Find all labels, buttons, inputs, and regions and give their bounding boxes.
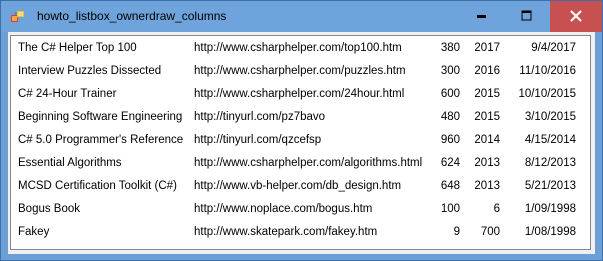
window-title: howto_listbox_ownerdraw_columns	[37, 9, 227, 23]
list-item[interactable]: Fakey http://www.skatepark.com/fakey.htm…	[11, 222, 590, 245]
book-title: Interview Puzzles Dissected	[18, 65, 162, 77]
app-window: howto_listbox_ownerdraw_columns The C# H…	[0, 0, 603, 261]
book-title: Beginning Software Engineering	[18, 111, 183, 123]
book-date: 1/08/1998	[524, 226, 576, 238]
book-date: 11/10/2016	[519, 65, 576, 77]
book-date: 4/15/2014	[524, 134, 576, 146]
book-pages: 480	[440, 111, 460, 123]
book-title: Bogus Book	[18, 203, 81, 215]
list-item[interactable]: Bogus Book http://www.noplace.com/bogus.…	[11, 199, 590, 222]
book-year: 6	[493, 203, 500, 215]
book-pages: 624	[440, 157, 460, 169]
book-url: http://www.csharphelper.com/algorithms.h…	[194, 157, 423, 169]
book-year: 2013	[474, 180, 500, 192]
list-item[interactable]: C# 24-Hour Trainer http://www.csharphelp…	[11, 84, 590, 107]
book-date: 5/21/2013	[524, 180, 576, 192]
book-pages: 600	[440, 88, 460, 100]
list-item[interactable]: The C# Helper Top 100 http://www.csharph…	[11, 38, 590, 61]
book-title: C# 24-Hour Trainer	[18, 88, 117, 100]
close-icon	[570, 10, 582, 22]
book-date: 8/12/2013	[524, 157, 576, 169]
list-item[interactable]: MCSD Certification Toolkit (C#) http://w…	[11, 176, 590, 199]
book-title: Essential Algorithms	[18, 157, 122, 169]
book-pages: 648	[440, 180, 460, 192]
close-button[interactable]	[550, 1, 602, 32]
book-title: Fakey	[18, 226, 50, 238]
book-url: http://tinyurl.com/pz7bavo	[194, 111, 326, 123]
list-item[interactable]: Interview Puzzles Dissected http://www.c…	[11, 61, 590, 84]
app-icon[interactable]	[11, 10, 25, 23]
book-url: http://www.noplace.com/bogus.htm	[194, 203, 373, 215]
minimize-icon	[477, 15, 486, 18]
list-item[interactable]: C# 5.0 Programmer's Reference http://tin…	[11, 130, 590, 153]
maximize-icon	[521, 10, 532, 21]
book-pages: 380	[440, 42, 460, 54]
book-year: 2015	[474, 88, 500, 100]
book-url: http://tinyurl.com/qzcefsp	[194, 134, 322, 146]
book-title: MCSD Certification Toolkit (C#)	[18, 180, 177, 192]
book-title: The C# Helper Top 100	[18, 42, 137, 54]
book-year: 2014	[474, 134, 500, 146]
book-year: 2017	[474, 42, 500, 54]
book-title: C# 5.0 Programmer's Reference	[18, 134, 184, 146]
book-date: 9/4/2017	[531, 42, 576, 54]
minimize-button[interactable]	[458, 1, 504, 32]
book-url: http://www.csharphelper.com/24hour.html	[194, 88, 405, 100]
book-pages: 100	[440, 203, 460, 215]
book-date: 3/10/2015	[524, 111, 576, 123]
book-year: 2013	[474, 157, 500, 169]
book-pages: 300	[440, 65, 460, 77]
book-pages: 9	[453, 226, 460, 238]
book-date: 1/09/1998	[524, 203, 576, 215]
book-url: http://www.csharphelper.com/top100.htm	[194, 42, 402, 54]
book-listbox[interactable]: The C# Helper Top 100 http://www.csharph…	[10, 35, 591, 250]
book-year: 700	[480, 226, 500, 238]
title-bar[interactable]: howto_listbox_ownerdraw_columns	[1, 1, 602, 32]
list-item[interactable]: Beginning Software Engineering http://ti…	[11, 107, 590, 130]
maximize-button[interactable]	[504, 1, 550, 32]
book-url: http://www.skatepark.com/fakey.htm	[194, 226, 378, 238]
book-pages: 960	[440, 134, 460, 146]
book-url: http://www.csharphelper.com/puzzles.htm	[194, 65, 406, 77]
book-url: http://www.vb-helper.com/db_design.htm	[194, 180, 402, 192]
client-area: The C# Helper Top 100 http://www.csharph…	[8, 32, 595, 254]
book-year: 2016	[474, 65, 500, 77]
book-year: 2015	[474, 111, 500, 123]
book-date: 10/10/2015	[518, 88, 576, 100]
list-item[interactable]: Essential Algorithms http://www.csharphe…	[11, 153, 590, 176]
